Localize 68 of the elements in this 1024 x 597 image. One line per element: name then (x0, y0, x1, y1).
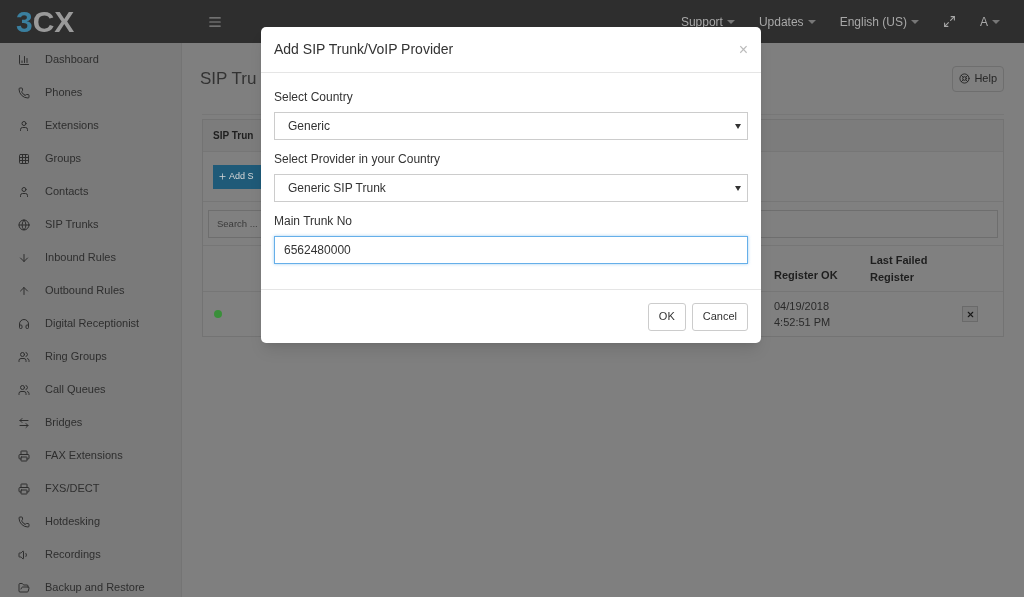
users-icon (18, 350, 30, 363)
select-value: Generic (288, 118, 331, 135)
chart-icon (18, 53, 30, 66)
select-field[interactable]: Generic (274, 112, 748, 140)
down-icon (18, 251, 30, 264)
field-label: Main Trunk No (274, 213, 354, 230)
expand-icon[interactable] (943, 15, 956, 28)
sidebar-item[interactable]: Groups (0, 142, 181, 175)
table-cell-text: 04/19/2018 4:52:51 PM (774, 298, 832, 330)
sidebar-item[interactable]: Outbound Rules (0, 274, 181, 307)
caret-icon (735, 185, 741, 191)
menu-icon[interactable] (208, 14, 222, 29)
caret-icon (992, 19, 1000, 24)
column-header: Register OK (774, 268, 839, 284)
lifebuoy-icon (959, 73, 971, 84)
sidebar-item[interactable]: SIP Trunks (0, 208, 181, 241)
input-field[interactable]: 6562480000 (274, 236, 748, 264)
sidebar-item[interactable]: Bridges (0, 406, 181, 439)
dialog-title: Add SIP Trunk/VoIP Provider (274, 40, 454, 59)
nav-menu[interactable]: English (US) (827, 12, 931, 31)
caret-icon (726, 19, 735, 24)
add-button[interactable]: Add S (213, 164, 261, 189)
folder-icon (18, 581, 30, 594)
caret-icon (735, 123, 741, 129)
sidebar-item[interactable]: Contacts (0, 175, 181, 208)
grid-icon (18, 152, 30, 165)
sidebar-item[interactable]: Ring Groups (0, 340, 181, 373)
sidebar-item[interactable]: Phones (0, 76, 181, 109)
panel-heading: SIP Trun (213, 129, 254, 143)
sidebar-item[interactable]: Digital Receptionist (0, 307, 181, 340)
sidebar-item[interactable]: Inbound Rules (0, 241, 181, 274)
field-label: Select Country (274, 89, 354, 106)
nav-menu[interactable]: A (968, 12, 1012, 31)
delete-button[interactable] (962, 306, 978, 322)
dialog-button[interactable]: Cancel (691, 302, 748, 331)
speaker-icon (18, 548, 30, 561)
sidebar-item[interactable]: FXS/DECT (0, 472, 181, 505)
sidebar-item[interactable]: Dashboard (0, 43, 181, 76)
select-field[interactable]: Generic SIP Trunk (274, 174, 748, 202)
fax-icon (18, 482, 30, 495)
headset-icon (18, 317, 30, 330)
phone-icon (18, 515, 30, 528)
sidebar-item[interactable]: Extensions (0, 109, 181, 142)
globe-icon (18, 218, 30, 231)
logo: 3CX (15, 6, 76, 37)
column-header: Last Failed Register (870, 253, 929, 285)
help-button[interactable]: Help (952, 65, 1004, 92)
caret-icon (911, 19, 919, 24)
sidebar-item[interactable]: FAX Extensions (0, 439, 181, 472)
select-value: Generic SIP Trunk (288, 180, 386, 197)
close-button[interactable]: × (738, 41, 748, 58)
close-icon (965, 309, 975, 319)
page-title: SIP Tru (200, 67, 257, 90)
phone-icon (18, 86, 30, 99)
swap-icon (18, 416, 30, 429)
plus-icon (218, 172, 227, 181)
sidebar-item[interactable]: Call Queues (0, 373, 181, 406)
field-label: Select Provider in your Country (274, 151, 442, 168)
users-icon (18, 383, 30, 396)
user-icon (18, 119, 30, 132)
dialog-button[interactable]: OK (647, 302, 686, 331)
user-icon (18, 185, 30, 198)
caret-icon (807, 19, 816, 24)
up-icon (18, 284, 30, 297)
sidebar-item[interactable]: Backup and Restore (0, 571, 181, 597)
sidebar-item[interactable]: Hotdesking (0, 505, 181, 538)
fax-icon (18, 449, 30, 462)
sidebar-item[interactable]: Recordings (0, 538, 181, 571)
